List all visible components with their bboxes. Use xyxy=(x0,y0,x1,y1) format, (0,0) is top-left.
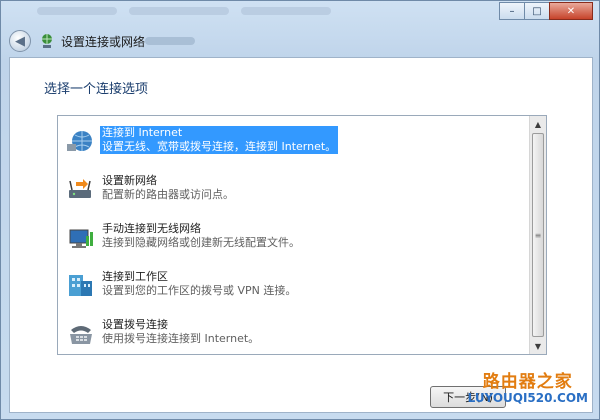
network-wizard-icon xyxy=(42,34,52,48)
option-description: 设置到您的工作区的拨号或 VPN 连接。 xyxy=(102,284,297,297)
close-button[interactable]: ✕ xyxy=(549,2,593,20)
option-title: 连接到工作区 xyxy=(102,270,168,283)
option-title: 设置新网络 xyxy=(102,174,157,187)
back-button[interactable]: ◀ xyxy=(9,30,31,52)
option-title: 连接到 Internet xyxy=(100,126,339,140)
scrollbar-thumb[interactable]: ≡ xyxy=(532,133,544,337)
blurred-breadcrumb xyxy=(241,7,331,15)
blurred-breadcrumb xyxy=(129,7,229,15)
vertical-scrollbar[interactable]: ▲ ≡ ▼ xyxy=(529,116,546,354)
minimize-icon: – xyxy=(509,5,515,17)
workplace-building-icon xyxy=(69,275,92,296)
maximize-icon: □ xyxy=(532,5,542,17)
option-description: 连接到隐藏网络或创建新无线配置文件。 xyxy=(102,236,300,249)
wireless-computer-icon xyxy=(69,229,93,248)
watermark-logo: 路由器之家 LUYOUQI520.COM xyxy=(468,374,588,406)
navigation-row: ◀ 设置连接或网络 xyxy=(1,25,599,55)
watermark-title: 路由器之家 xyxy=(482,372,573,392)
content-panel: 选择一个连接选项 连接到 Internet 设置无线、宽带或拨号连接，连接到 I… xyxy=(9,57,593,413)
maximize-button[interactable]: □ xyxy=(524,2,550,20)
back-arrow-icon: ◀ xyxy=(15,33,25,49)
option-description: 配置新的路由器或访问点。 xyxy=(102,188,234,201)
option-title: 手动连接到无线网络 xyxy=(102,222,201,235)
wizard-window: – □ ✕ ◀ 设置连接或网络 选择一个连接选项 连接到 Internet 设置… xyxy=(0,0,600,420)
window-controls: – □ ✕ xyxy=(499,2,593,20)
option-title: 设置拨号连接 xyxy=(102,318,168,331)
option-connect-internet[interactable]: 连接到 Internet 设置无线、宽带或拨号连接，连接到 Internet。 xyxy=(66,126,526,168)
wizard-heading: 选择一个连接选项 xyxy=(44,82,149,97)
globe-network-icon xyxy=(67,131,92,151)
scroll-down-arrow-icon[interactable]: ▼ xyxy=(530,338,546,354)
blurred-breadcrumb xyxy=(37,7,117,15)
close-icon: ✕ xyxy=(566,5,576,17)
grip-icon: ≡ xyxy=(534,230,542,240)
connection-options-list: 连接到 Internet 设置无线、宽带或拨号连接，连接到 Internet。 … xyxy=(57,115,547,355)
option-new-network[interactable]: 设置新网络 配置新的路由器或访问点。 xyxy=(66,174,526,216)
dialup-phone-icon xyxy=(70,326,92,344)
page-title: 设置连接或网络 xyxy=(61,35,146,49)
option-description: 设置无线、宽带或拨号连接，连接到 Internet。 xyxy=(100,140,339,154)
title-bar: – □ ✕ xyxy=(1,1,599,23)
option-dialup[interactable]: 设置拨号连接 使用拨号连接连接到 Internet。 xyxy=(66,318,526,360)
scroll-up-arrow-icon[interactable]: ▲ xyxy=(530,116,546,132)
router-icon xyxy=(69,179,91,198)
option-connect-workplace[interactable]: 连接到工作区 设置到您的工作区的拨号或 VPN 连接。 xyxy=(66,270,526,312)
watermark-url: LUYOUQI520.COM xyxy=(467,391,588,405)
option-description: 使用拨号连接连接到 Internet。 xyxy=(102,332,260,345)
option-manual-wireless[interactable]: 手动连接到无线网络 连接到隐藏网络或创建新无线配置文件。 xyxy=(66,222,526,264)
blurred-text xyxy=(145,37,195,45)
minimize-button[interactable]: – xyxy=(499,2,525,20)
